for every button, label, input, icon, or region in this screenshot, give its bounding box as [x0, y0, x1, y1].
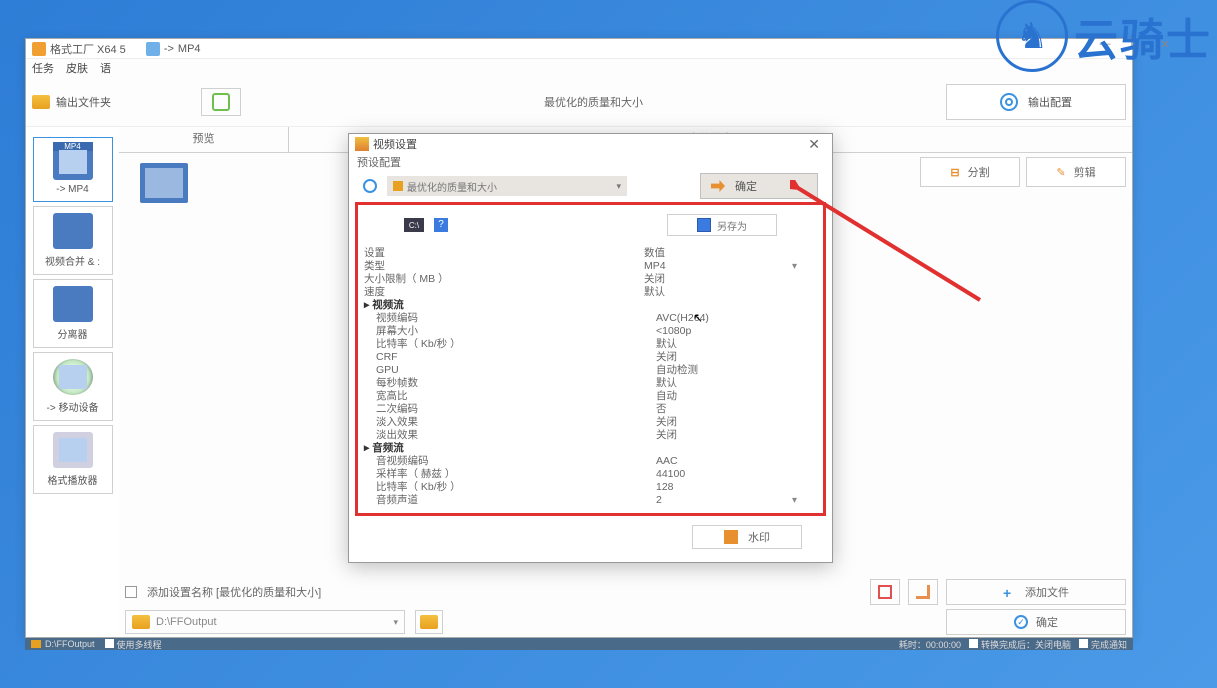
table-row[interactable]: 淡入效果关闭 — [364, 416, 817, 429]
table-row[interactable]: CRF关闭 — [364, 351, 817, 364]
dropdown-icon: ▾ — [393, 617, 398, 628]
taskbar: D:\FFOutput 使用多线程 耗时：00:00:00 转换完成后：关闭电脑… — [25, 638, 1133, 650]
notify-checkbox[interactable] — [1079, 639, 1088, 648]
table-row[interactable]: 淡出效果关闭 — [364, 429, 817, 442]
settings-table: 设置数值 类型MP4▾ 大小限制（ MB ）关闭 速度默认 ▸ 视频流 视频编码… — [364, 247, 817, 507]
help-icon[interactable]: ? — [434, 218, 448, 232]
preset-select[interactable]: 最优化的质量和大小 — [387, 176, 627, 196]
video-settings-modal: 视频设置 ✕ 预设配置 最优化的质量和大小 确定 C:\ ? 另存为 设置数值 … — [348, 133, 833, 563]
window-controls: — ☐ ✕ — [1093, 38, 1177, 51]
watermark-icon — [724, 530, 738, 544]
modal-title: 视频设置 — [373, 136, 417, 152]
quality-title: 最优化的质量和大小 — [241, 94, 946, 110]
modal-ok-button[interactable]: 确定 — [700, 173, 818, 199]
titlebar: 格式工厂 X64 5 -> MP4 — [26, 39, 1132, 59]
check-icon — [1014, 615, 1028, 629]
split-icon: ⊟ — [950, 166, 959, 179]
modal-icon — [355, 137, 369, 151]
cmd-icon: C:\ — [404, 218, 424, 232]
preview-column — [119, 153, 209, 213]
format-label: MP4 — [178, 43, 201, 55]
minimize-button[interactable]: — — [1093, 38, 1117, 51]
export-icon — [916, 585, 930, 599]
section-video: ▸ 视频流 — [364, 299, 817, 312]
app-name: 格式工厂 X64 5 — [50, 41, 126, 57]
sidebar-item-player[interactable]: 格式播放器 — [33, 425, 113, 494]
close-button[interactable]: ✕ — [1153, 38, 1177, 51]
add-settings-label: 添加设置名称 [最优化的质量和大小] — [147, 584, 321, 600]
table-row[interactable]: 屏幕大小<1080p — [364, 325, 817, 338]
table-row[interactable]: 二次编码否 — [364, 403, 817, 416]
disk-icon — [697, 218, 711, 232]
after-checkbox[interactable] — [969, 639, 978, 648]
menu-task[interactable]: 任务 — [32, 60, 54, 76]
table-row[interactable]: 大小限制（ MB ）关闭 — [364, 273, 817, 286]
multithread-checkbox[interactable] — [105, 639, 114, 648]
table-row[interactable]: 比特率（ Kb/秒 ）默认 — [364, 338, 817, 351]
output-config-button[interactable]: 输出配置 — [946, 84, 1126, 120]
section-audio: ▸ 音频流 — [364, 442, 817, 455]
bottom-bar: 添加设置名称 [最优化的质量和大小] 添加文件 D:\FFOutput ▾ — [119, 577, 1132, 637]
time-label: 耗时：00:00:00 — [899, 638, 961, 651]
watermark-button[interactable]: 水印 — [692, 525, 802, 549]
x-icon — [878, 585, 892, 599]
doc-icon — [146, 42, 160, 56]
clip-button[interactable]: ✎ 剪辑 — [1026, 157, 1126, 187]
table-row[interactable]: 音视频编码AAC — [364, 455, 817, 468]
taskbar-path: D:\FFOutput — [45, 639, 95, 649]
menubar: 任务 皮肤 语 — [26, 59, 1132, 77]
arrow-icon — [711, 180, 725, 192]
plus-icon — [1003, 585, 1017, 599]
gear-icon — [1000, 93, 1018, 111]
sidebar-item-split[interactable]: 分离器 — [33, 279, 113, 348]
browse-folder-button[interactable] — [415, 610, 443, 634]
table-row[interactable]: 速度默认 — [364, 286, 817, 299]
table-row[interactable]: 视频编码AVC(H264) — [364, 312, 817, 325]
folder-icon — [132, 615, 150, 629]
modal-close-button[interactable]: ✕ — [802, 136, 826, 153]
preset-label: 预设配置 — [349, 154, 832, 170]
table-row[interactable]: 宽高比自动 — [364, 390, 817, 403]
clip-icon: ✎ — [1056, 166, 1065, 179]
output-path-input[interactable]: D:\FFOutput ▾ — [125, 610, 405, 634]
folder-icon — [31, 640, 41, 648]
saveas-button[interactable]: 另存为 — [667, 214, 777, 236]
sidebar-item-mp4[interactable]: -> MP4 — [33, 137, 113, 202]
sidebar-item-merge[interactable]: 视频合并 & : — [33, 206, 113, 275]
table-row[interactable]: 每秒帧数默认 — [364, 377, 817, 390]
remove-button[interactable] — [870, 579, 900, 605]
preset-icon — [363, 179, 377, 193]
menu-skin[interactable]: 皮肤 — [66, 60, 88, 76]
table-row[interactable]: 比特率（ Kb/秒 ）128 — [364, 481, 817, 494]
table-row[interactable]: GPU自动检测 — [364, 364, 817, 377]
split-button[interactable]: ⊟ 分割 — [920, 157, 1020, 187]
confirm-button[interactable]: 确定 — [946, 609, 1126, 635]
table-row[interactable]: 类型MP4▾ — [364, 260, 817, 273]
folder-icon — [32, 95, 50, 109]
menu-lang[interactable]: 语 — [100, 60, 111, 76]
preview-thumb[interactable] — [140, 163, 188, 203]
output-folder-button[interactable]: 输出文件夹 — [32, 94, 111, 110]
maximize-button[interactable]: ☐ — [1123, 38, 1147, 51]
folder-icon — [420, 615, 438, 629]
export-button[interactable] — [908, 579, 938, 605]
topbar: 输出文件夹 最优化的质量和大小 输出配置 — [26, 77, 1132, 127]
highlight-annotation: C:\ ? 另存为 设置数值 类型MP4▾ 大小限制（ MB ）关闭 速度默认 … — [355, 202, 826, 516]
table-row[interactable]: 采样率（ 赫兹 ）44100 — [364, 468, 817, 481]
tab-preview[interactable]: 预览 — [119, 127, 289, 152]
left-sidebar: -> MP4 视频合并 & : 分离器 -> 移动设备 格式播放器 — [26, 127, 119, 637]
app-icon — [32, 42, 46, 56]
table-row[interactable]: 音频声道2▾ — [364, 494, 817, 507]
add-settings-checkbox[interactable] — [125, 586, 137, 598]
add-file-button[interactable]: 添加文件 — [946, 579, 1126, 605]
refresh-button[interactable] — [201, 88, 241, 116]
sidebar-item-mobile[interactable]: -> 移动设备 — [33, 352, 113, 421]
